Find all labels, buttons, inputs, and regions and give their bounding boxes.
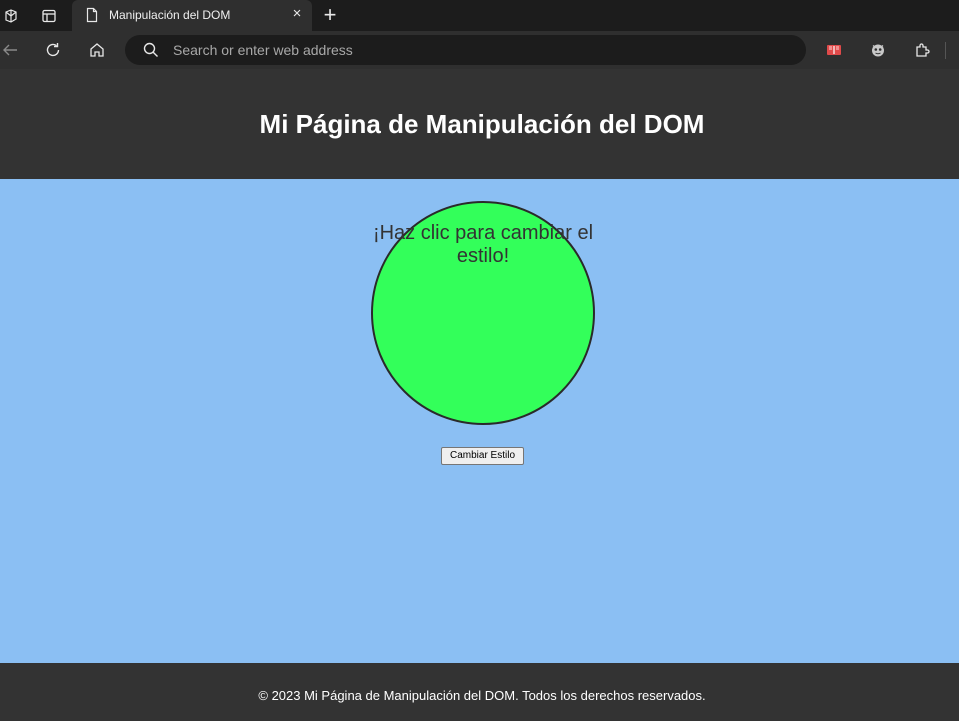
- change-style-button[interactable]: Cambiar Estilo: [441, 447, 524, 465]
- extensions-icon[interactable]: [912, 40, 932, 60]
- refresh-icon[interactable]: [43, 40, 63, 60]
- search-icon: [143, 42, 159, 58]
- tab-actions-icon[interactable]: [39, 6, 59, 26]
- tab-title: Manipulación del DOM: [109, 8, 231, 22]
- address-input[interactable]: [173, 35, 773, 65]
- immersive-reader-icon[interactable]: [824, 40, 844, 60]
- extension-badge-icon[interactable]: [868, 40, 888, 60]
- page-footer: © 2023 Mi Página de Manipulación del DOM…: [0, 663, 959, 721]
- page-title: Mi Página de Manipulación del DOM: [259, 109, 705, 139]
- tab-active[interactable]: Manipulación del DOM ×: [72, 0, 312, 31]
- browser-tab-bar: Manipulación del DOM × +: [0, 0, 959, 31]
- toolbar-divider: [945, 42, 946, 59]
- page-icon: [84, 7, 100, 23]
- home-icon[interactable]: [87, 40, 107, 60]
- page-body: Mi Página de Manipulación del DOM ¡Haz c…: [0, 69, 959, 721]
- circle-text: ¡Haz clic para cambiar el estilo!: [372, 222, 594, 267]
- workspaces-icon[interactable]: [0, 6, 20, 26]
- footer-text: © 2023 Mi Página de Manipulación del DOM…: [258, 688, 706, 703]
- address-bar[interactable]: [125, 35, 806, 65]
- back-icon[interactable]: [0, 40, 20, 60]
- page-header: Mi Página de Manipulación del DOM: [0, 69, 959, 179]
- close-tab-icon[interactable]: ×: [290, 6, 304, 21]
- new-tab-button[interactable]: +: [320, 4, 340, 26]
- browser-toolbar: [0, 31, 959, 69]
